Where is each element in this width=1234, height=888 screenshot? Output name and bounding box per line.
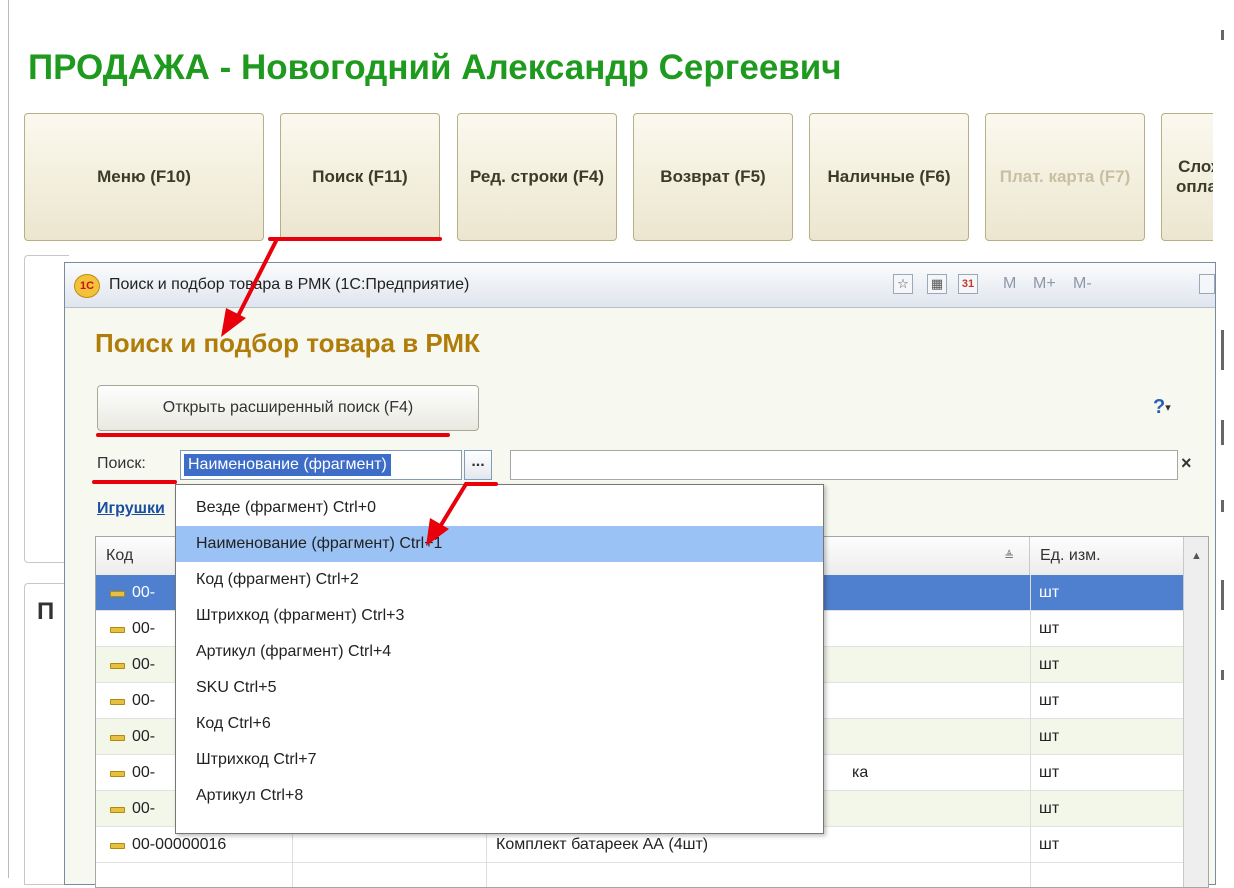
dropdown-item-barcode[interactable]: Штрихкод Ctrl+7 [176, 742, 823, 778]
memory-plus-button[interactable]: M+ [1033, 275, 1056, 293]
item-icon [110, 699, 125, 705]
complex-payment-button[interactable]: Слож оплат [1161, 113, 1213, 241]
help-icon: ? [1153, 396, 1166, 418]
return-button[interactable]: Возврат (F5) [633, 113, 793, 241]
dropdown-item-barcode-fragment[interactable]: Штрихкод (фрагмент) Ctrl+3 [176, 598, 823, 634]
row-unit: шт [1039, 728, 1060, 745]
item-icon [110, 735, 125, 741]
app-logo-icon: 1С [74, 274, 100, 298]
menu-button[interactable]: Меню (F10) [24, 113, 264, 241]
page-title: ПРОДАЖА - Новогодний Александр Сергеевич [28, 48, 842, 87]
search-input[interactable] [510, 450, 1178, 480]
row-code: 00- [132, 584, 156, 601]
row-code: 00- [132, 800, 156, 817]
advanced-search-button[interactable]: Открыть расширенный поиск (F4) [97, 385, 479, 431]
item-icon [110, 771, 125, 777]
clear-search-button[interactable]: × [1181, 453, 1192, 474]
item-icon [110, 663, 125, 669]
help-button[interactable]: ?▾ [1153, 396, 1171, 419]
scroll-up-icon[interactable]: ▲ [1184, 537, 1208, 575]
dropdown-item-name[interactable]: Наименование (фрагмент) Ctrl+1 [176, 526, 823, 562]
table-scrollbar[interactable]: ▲ [1183, 537, 1208, 887]
card-payment-button[interactable]: Плат. карта (F7) [985, 113, 1145, 241]
search-label: Поиск: [97, 455, 146, 472]
row-unit: шт [1039, 620, 1060, 637]
item-icon [110, 807, 125, 813]
row-code: 00- [132, 656, 156, 673]
dialog-heading: Поиск и подбор товара в РМК [95, 328, 480, 358]
maximize-icon[interactable] [1199, 274, 1215, 294]
memory-minus-button[interactable]: M- [1073, 275, 1092, 293]
search-mode-select-button[interactable]: ... [464, 450, 492, 480]
row-unit: шт [1039, 800, 1060, 817]
dropdown-item-code[interactable]: Код Ctrl+6 [176, 706, 823, 742]
dropdown-item-article-fragment[interactable]: Артикул (фрагмент) Ctrl+4 [176, 634, 823, 670]
item-icon [110, 843, 125, 849]
background-panel [24, 255, 69, 563]
row-code: 00- [132, 728, 156, 745]
star-icon[interactable]: ☆ [893, 274, 913, 294]
group-breadcrumb-link[interactable]: Игрушки [97, 500, 165, 518]
row-unit: шт [1039, 656, 1060, 673]
background-panel-lower: П [24, 583, 69, 885]
sort-icon: ≜ [1004, 549, 1015, 563]
background-panel-letter: П [37, 598, 55, 625]
column-header-unit[interactable]: Ед. изм. [1030, 537, 1183, 575]
dialog-titlebar[interactable]: 1С Поиск и подбор товара в РМК (1С:Предп… [65, 263, 1215, 308]
dropdown-item-code-fragment[interactable]: Код (фрагмент) Ctrl+2 [176, 562, 823, 598]
search-mode-dropdown: Везде (фрагмент) Ctrl+0 Наименование (фр… [175, 484, 824, 834]
row-unit: шт [1039, 692, 1060, 709]
search-button[interactable]: Поиск (F11) [280, 113, 440, 241]
cash-button[interactable]: Наличные (F6) [809, 113, 969, 241]
dropdown-item-sku[interactable]: SKU Ctrl+5 [176, 670, 823, 706]
row-name: ка [852, 764, 869, 781]
calculator-icon[interactable]: ▦ [927, 274, 947, 294]
search-mode-field[interactable]: Наименование (фрагмент) [180, 450, 462, 480]
memory-m-button[interactable]: M [1003, 275, 1016, 293]
item-icon [110, 591, 125, 597]
edit-row-button[interactable]: Ред. строки (F4) [457, 113, 617, 241]
row-unit: шт [1039, 836, 1060, 853]
row-code: 00- [132, 764, 156, 781]
calendar-icon[interactable]: 31 [958, 274, 978, 294]
dropdown-item-everywhere[interactable]: Везде (фрагмент) Ctrl+0 [176, 490, 823, 526]
row-unit: шт [1039, 764, 1060, 781]
item-icon [110, 627, 125, 633]
row-unit: шт [1039, 584, 1060, 601]
dialog-window-title: Поиск и подбор товара в РМК (1С:Предприя… [109, 276, 470, 293]
dropdown-item-article[interactable]: Артикул Ctrl+8 [176, 778, 823, 814]
column-divider [1030, 575, 1031, 887]
search-mode-value: Наименование (фрагмент) [184, 454, 391, 476]
row-code: 00- [132, 692, 156, 709]
chevron-down-icon: ▾ [1165, 402, 1171, 415]
right-edge [1213, 0, 1234, 885]
row-code: 00- [132, 620, 156, 637]
